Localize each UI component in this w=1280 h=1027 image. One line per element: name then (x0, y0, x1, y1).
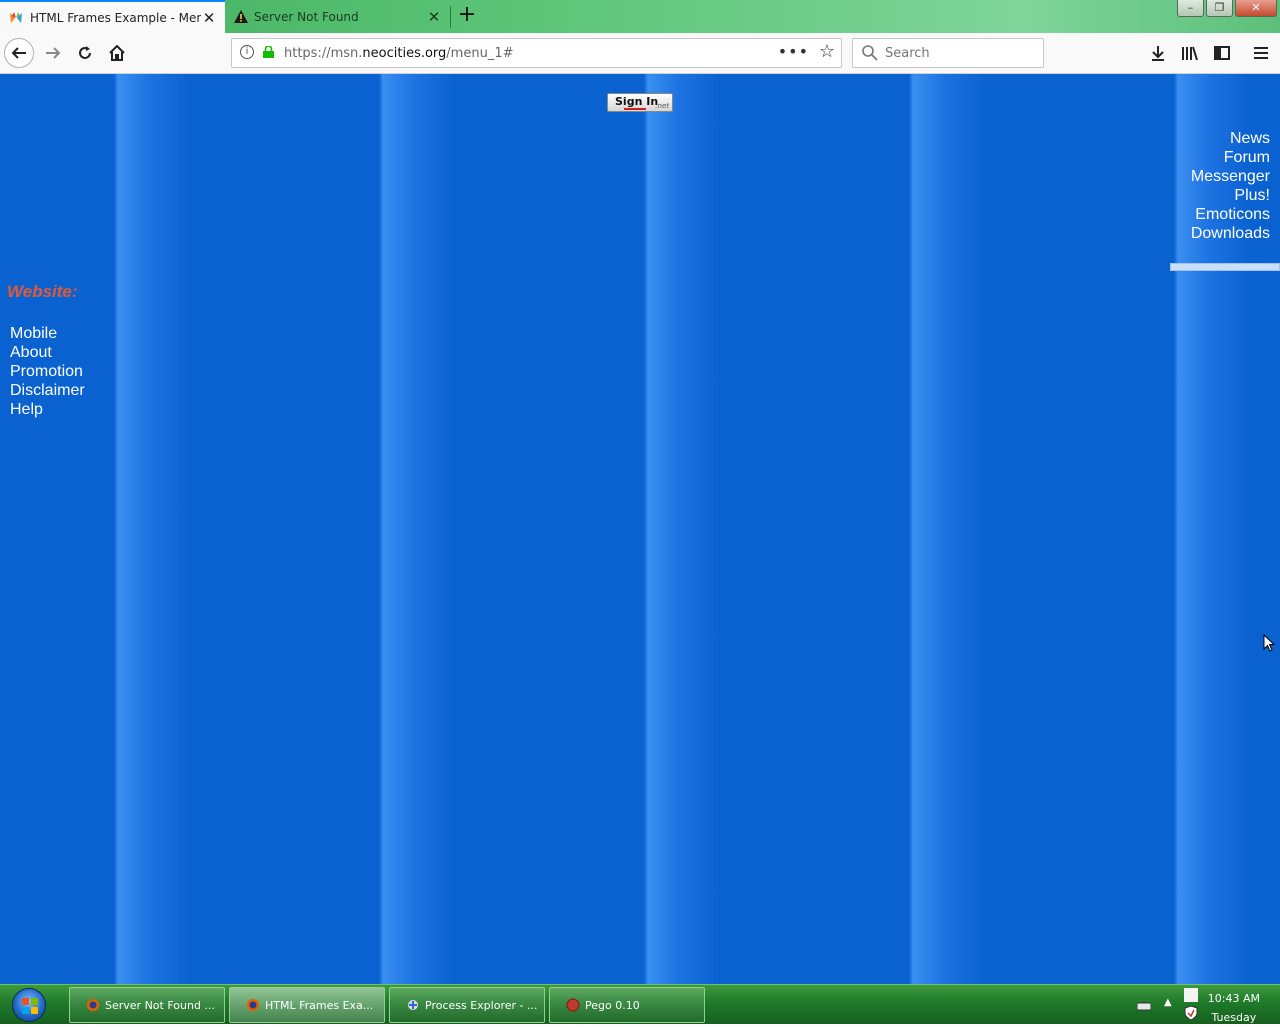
pego-icon (566, 998, 580, 1012)
window-controls: – ❐ ✕ (1177, 0, 1277, 17)
windows-logo-icon (22, 998, 38, 1014)
close-tab-icon[interactable]: ✕ (201, 9, 217, 27)
windows-taskbar: Server Not Found ... HTML Frames Exa... … (0, 984, 1280, 1024)
search-bar[interactable] (852, 38, 1044, 68)
library-button[interactable] (1178, 41, 1202, 65)
right-menu-divider (1170, 263, 1280, 271)
sign-in-button[interactable]: Sign In .net (607, 93, 673, 112)
nav-link-promotion[interactable]: Promotion (10, 362, 85, 381)
firefox-icon (247, 999, 259, 1011)
tab-title: HTML Frames Example - Menu 1 (30, 10, 201, 25)
msn-butterfly-icon (10, 11, 22, 23)
nav-link-downloads[interactable]: Downloads (1191, 224, 1270, 243)
nav-link-disclaimer[interactable]: Disclaimer (10, 381, 85, 400)
minimize-button[interactable]: – (1177, 0, 1204, 17)
process-explorer-icon (408, 1000, 418, 1010)
lock-icon[interactable] (263, 46, 274, 58)
menu-button[interactable] (1249, 41, 1273, 65)
show-hidden-icons-chevron-icon[interactable]: ▲ (1164, 997, 1178, 1011)
forward-arrow-icon (46, 47, 61, 59)
url-domain: neocities.org (362, 46, 447, 61)
left-nav-menu: Mobile About Promotion Disclaimer Help (10, 324, 85, 419)
taskbar-item-process-explorer[interactable]: Process Explorer - ... (389, 987, 545, 1023)
taskbar-item-label: Process Explorer - ... (425, 998, 538, 1012)
nav-link-about[interactable]: About (10, 343, 85, 362)
forward-button[interactable] (38, 38, 68, 68)
home-icon (109, 45, 125, 61)
right-nav-menu: News Forum Messenger Plus! Emoticons Dow… (1191, 129, 1270, 243)
nav-link-messenger[interactable]: Messenger (1191, 167, 1270, 186)
system-clock[interactable]: 10:43 AM Tuesday (1208, 989, 1260, 1027)
restore-button[interactable]: ❐ (1206, 0, 1233, 17)
url-bar[interactable]: i https://msn.neocities.org/menu_1# ••• … (231, 38, 842, 68)
sign-in-net-logo: .net (655, 102, 669, 110)
home-button[interactable] (102, 38, 132, 68)
mouse-cursor-icon (1263, 634, 1275, 652)
nav-link-mobile[interactable]: Mobile (10, 324, 85, 343)
tab-strip: HTML Frames Example - Menu 1 ✕ Server No… (0, 0, 1280, 33)
bookmark-star-icon[interactable]: ☆ (819, 41, 835, 62)
sign-in-underline (624, 108, 646, 110)
tab-separator (450, 6, 451, 28)
url-text[interactable]: https://msn.neocities.org/menu_1# (284, 46, 513, 61)
download-icon (1152, 46, 1164, 61)
downloads-button[interactable] (1146, 41, 1170, 65)
search-icon (862, 45, 878, 61)
url-prefix: https://msn. (284, 46, 363, 61)
nav-link-help[interactable]: Help (10, 400, 85, 419)
close-window-button[interactable]: ✕ (1235, 0, 1277, 17)
keyboard-icon[interactable] (1137, 999, 1151, 1013)
url-path: /menu_1# (446, 46, 514, 61)
taskbar-item-label: Pego 0.10 (585, 998, 640, 1012)
web-page-content: Sign In .net News Forum Messenger Plus! … (0, 74, 1280, 984)
shield-icon[interactable] (1184, 1006, 1198, 1020)
nav-link-emoticons[interactable]: Emoticons (1191, 205, 1270, 224)
taskbar-item-html-frames[interactable]: HTML Frames Exa... (229, 987, 385, 1023)
nav-link-plus[interactable]: Plus! (1191, 186, 1270, 205)
close-tab-icon[interactable]: ✕ (426, 8, 442, 26)
clock-time: 10:43 AM (1207, 992, 1260, 1005)
back-arrow-icon (11, 47, 26, 59)
sidebar-button[interactable] (1210, 41, 1234, 65)
back-button[interactable] (4, 38, 34, 68)
reload-icon (79, 46, 91, 59)
taskbar-item-server-not-found[interactable]: Server Not Found ... (69, 987, 225, 1023)
nav-link-forum[interactable]: Forum (1191, 148, 1270, 167)
sign-in-label: Sign In (615, 95, 659, 108)
start-button[interactable] (12, 988, 46, 1022)
search-input[interactable] (883, 43, 1033, 63)
taskbar-item-pego[interactable]: Pego 0.10 (549, 987, 705, 1023)
hamburger-menu-icon (1254, 47, 1268, 59)
tab-html-frames[interactable]: HTML Frames Example - Menu 1 ✕ (0, 0, 225, 33)
taskbar-item-label: HTML Frames Exa... (265, 998, 374, 1012)
website-heading: Website: (7, 282, 78, 301)
network-icon[interactable] (1184, 988, 1198, 1002)
warning-icon (234, 10, 248, 23)
firefox-icon (87, 999, 99, 1011)
tab-server-not-found[interactable]: Server Not Found ✕ (226, 0, 450, 33)
page-actions-icon[interactable]: ••• (778, 42, 809, 61)
clock-day: Tuesday (1211, 1011, 1257, 1024)
taskbar-item-label: Server Not Found ... (105, 998, 215, 1012)
library-icon (1182, 46, 1198, 61)
nav-link-news[interactable]: News (1191, 129, 1270, 148)
info-icon[interactable]: i (240, 45, 254, 59)
sidebar-icon (1214, 46, 1230, 60)
system-tray: ▲ 10:43 AM Tuesday (1120, 985, 1280, 1025)
new-tab-button[interactable]: + (455, 3, 479, 29)
reload-button[interactable] (70, 38, 100, 68)
navigation-toolbar: i https://msn.neocities.org/menu_1# ••• … (0, 33, 1280, 74)
tab-title: Server Not Found (254, 9, 359, 24)
